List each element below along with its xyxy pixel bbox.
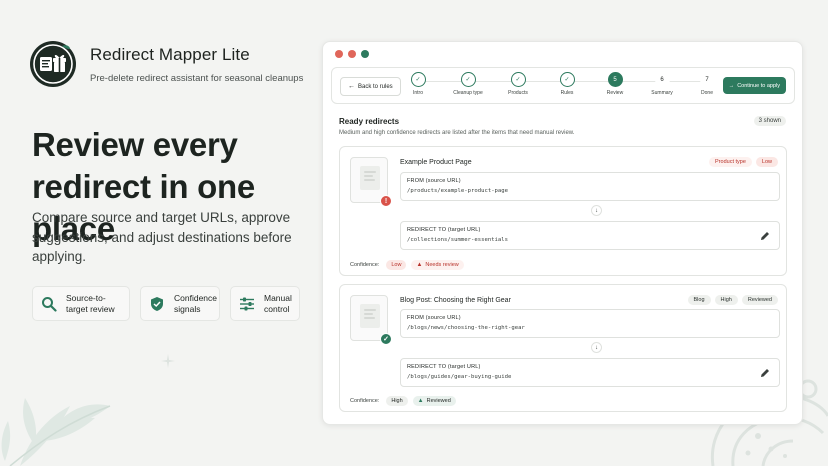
- check-icon: ✓: [559, 72, 575, 87]
- feature-label: Confidence signals: [174, 292, 218, 314]
- tag-confidence: Low: [755, 157, 778, 167]
- feature-list: Source-to-target review Confidence signa…: [32, 286, 300, 321]
- tag-type: Blog: [687, 295, 711, 305]
- source-url-label: FROM (source URL): [407, 315, 461, 321]
- card-tags: Blog High Reviewed: [687, 295, 778, 305]
- target-url-label: REDIRECT TO (target URL): [407, 364, 481, 370]
- source-url-value: /products/example-product-page: [407, 188, 509, 194]
- target-url-field[interactable]: REDIRECT TO (target URL) /collections/su…: [400, 221, 780, 250]
- count-badge: 3 shown: [753, 116, 786, 126]
- card-title: Example Product Page: [400, 159, 472, 166]
- shield-check-icon: [151, 296, 163, 311]
- source-url-value: /blogs/news/choosing-the-right-gear: [407, 325, 525, 331]
- back-button-label: Back to rules: [358, 83, 393, 90]
- step-label: Rules: [560, 90, 574, 96]
- confidence-row: Confidence: Low ▲ Needs review: [350, 260, 464, 270]
- step-label: Cleanup type: [453, 90, 483, 96]
- status-badge: ▲ Reviewed: [412, 396, 456, 406]
- target-url-value: /blogs/guides/gear-buying-guide: [407, 374, 512, 380]
- section-description: Medium and high confidence redirects are…: [339, 130, 575, 136]
- confidence-value: High: [386, 396, 408, 406]
- target-url-label: REDIRECT TO (target URL): [407, 227, 481, 233]
- feature-manual-control: Manual control: [230, 286, 300, 321]
- step-rules[interactable]: ✓ Rules: [547, 72, 587, 96]
- step-label: Summary: [651, 90, 673, 96]
- source-url-label: FROM (source URL): [407, 178, 461, 184]
- app-window: ← Back to rules ✓ Intro ✓ Cleanup type ✓…: [322, 41, 803, 425]
- section-title: Ready redirects: [339, 117, 400, 126]
- target-url-value: /collections/summer-essentials: [407, 237, 509, 243]
- step-intro[interactable]: ✓ Intro: [398, 72, 438, 96]
- warning-icon: ▲: [416, 262, 423, 268]
- sliders-icon: [240, 297, 254, 310]
- redirect-card: ! Example Product Page Product type Low …: [339, 146, 787, 276]
- confidence-label: Confidence:: [350, 398, 380, 404]
- step-number: 6: [654, 72, 670, 87]
- feature-label: Manual control: [264, 292, 292, 314]
- arrow-down-icon: ↓: [591, 342, 602, 353]
- document-icon: [360, 166, 380, 190]
- confidence-row: Confidence: High ▲ Reviewed: [350, 396, 456, 406]
- status-text: Reviewed: [426, 398, 451, 404]
- brand-header: Redirect Mapper Lite Pre-delete redirect…: [29, 40, 303, 88]
- pencil-icon[interactable]: [759, 367, 771, 379]
- step-cleanup-type[interactable]: ✓ Cleanup type: [448, 72, 488, 96]
- step-label: Review: [606, 90, 624, 96]
- feature-confidence: Confidence signals: [140, 286, 220, 321]
- feature-source-target: Source-to-target review: [32, 286, 130, 321]
- arrow-down-icon: ↓: [591, 205, 602, 216]
- reviewed-icon: ▲: [417, 398, 424, 404]
- page-thumbnail: ✓: [350, 295, 392, 345]
- tag-status: Reviewed: [741, 295, 778, 305]
- redirect-card: ✓ Blog Post: Choosing the Right Gear Blo…: [339, 284, 787, 412]
- confidence-value: Low: [386, 260, 407, 270]
- confidence-label: Confidence:: [350, 262, 380, 268]
- status-badge: ▲ Needs review: [411, 260, 464, 270]
- page-thumbnail: !: [350, 157, 392, 207]
- app-name: Redirect Mapper Lite: [90, 44, 250, 64]
- card-tags: Product type Low: [709, 157, 778, 167]
- status-text: Needs review: [425, 262, 459, 268]
- sparkle-icon: [161, 354, 175, 368]
- search-icon: [42, 296, 57, 312]
- step-label: Done: [701, 90, 713, 96]
- window-maximize-dot[interactable]: [361, 50, 369, 58]
- feature-label: Source-to-target review: [66, 292, 115, 314]
- source-url-field: FROM (source URL) /blogs/news/choosing-t…: [400, 309, 780, 338]
- step-done[interactable]: 7 Done: [687, 72, 727, 96]
- source-url-field: FROM (source URL) /products/example-prod…: [400, 172, 780, 201]
- step-review[interactable]: 5 Review: [595, 72, 635, 96]
- step-label: Intro: [412, 90, 423, 96]
- check-icon: ✓: [460, 72, 476, 87]
- leaf-decoration-icon: [1, 398, 111, 466]
- step-number: 7: [699, 72, 715, 87]
- back-to-rules-button[interactable]: ← Back to rules: [340, 77, 401, 96]
- card-title: Blog Post: Choosing the Right Gear: [400, 297, 511, 304]
- check-icon: ✓: [410, 72, 426, 87]
- app-tagline: Pre-delete redirect assistant for season…: [90, 72, 304, 84]
- window-minimize-dot[interactable]: [348, 50, 356, 58]
- document-icon: [360, 304, 380, 328]
- app-logo-icon: [30, 41, 76, 87]
- arrow-left-icon: ←: [348, 83, 355, 90]
- wizard-stepper: ← Back to rules ✓ Intro ✓ Cleanup type ✓…: [331, 67, 795, 104]
- window-close-dot[interactable]: [335, 50, 343, 58]
- target-url-field[interactable]: REDIRECT TO (target URL) /blogs/guides/g…: [400, 358, 780, 387]
- alert-icon: !: [380, 195, 392, 207]
- pencil-icon[interactable]: [759, 230, 771, 242]
- tag-product-type: Product type: [709, 157, 752, 167]
- arrow-right-icon: →: [728, 82, 735, 89]
- hero-subcopy: Compare source and target URLs, approve …: [32, 210, 292, 264]
- check-icon: ✓: [510, 72, 526, 87]
- tag-confidence: High: [714, 295, 738, 305]
- step-number: 5: [607, 72, 623, 87]
- continue-button-label: Continue to apply: [737, 82, 780, 89]
- step-summary[interactable]: 6 Summary: [642, 72, 682, 96]
- step-products[interactable]: ✓ Products: [498, 72, 538, 96]
- check-icon: ✓: [380, 333, 392, 345]
- step-label: Products: [508, 90, 528, 96]
- continue-to-apply-button[interactable]: → Continue to apply: [722, 77, 786, 94]
